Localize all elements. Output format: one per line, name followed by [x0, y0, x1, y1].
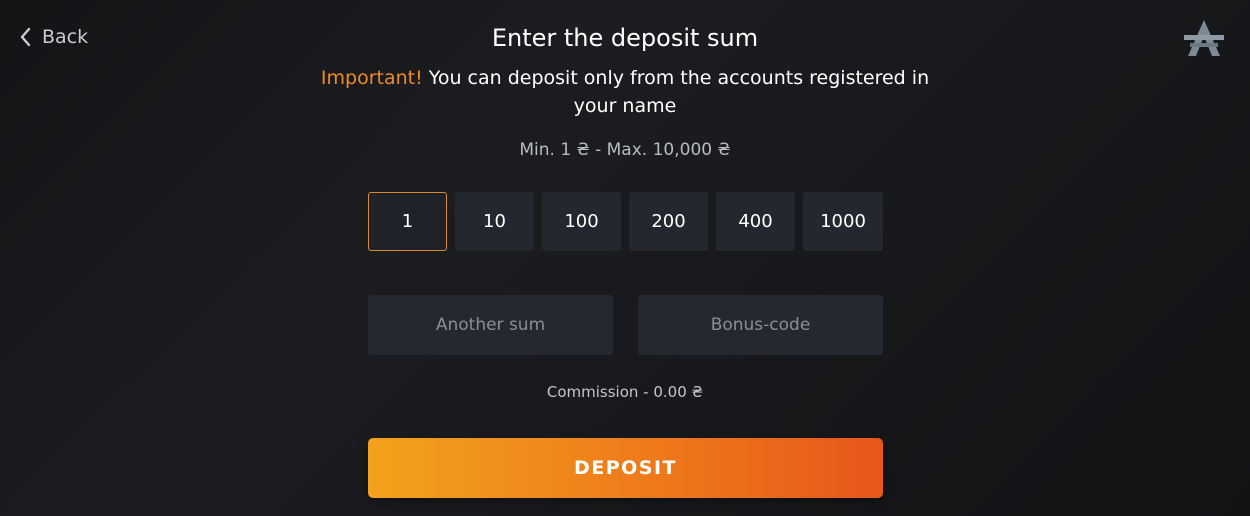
bonus-code-input[interactable] — [638, 295, 883, 355]
amount-options: 1 10 100 200 400 1000 — [368, 192, 883, 251]
deposit-limits: Min. 1 ₴ - Max. 10,000 ₴ — [519, 140, 731, 160]
page-title: Enter the deposit sum — [491, 24, 759, 52]
amount-option-200[interactable]: 200 — [629, 192, 708, 251]
amount-option-1[interactable]: 1 — [368, 192, 447, 251]
important-notice: Important! You can deposit only from the… — [300, 64, 950, 120]
notice-text: You can deposit only from the accounts r… — [422, 67, 930, 117]
amount-option-100[interactable]: 100 — [542, 192, 621, 251]
important-label: Important! — [320, 67, 423, 89]
amount-option-10[interactable]: 10 — [455, 192, 534, 251]
another-sum-input[interactable] — [368, 295, 613, 355]
input-fields — [368, 295, 883, 355]
commission-text: Commission - 0.00 ₴ — [546, 383, 704, 401]
deposit-button[interactable]: DEPOSIT — [368, 438, 883, 498]
amount-option-400[interactable]: 400 — [716, 192, 795, 251]
amount-option-1000[interactable]: 1000 — [803, 192, 883, 251]
